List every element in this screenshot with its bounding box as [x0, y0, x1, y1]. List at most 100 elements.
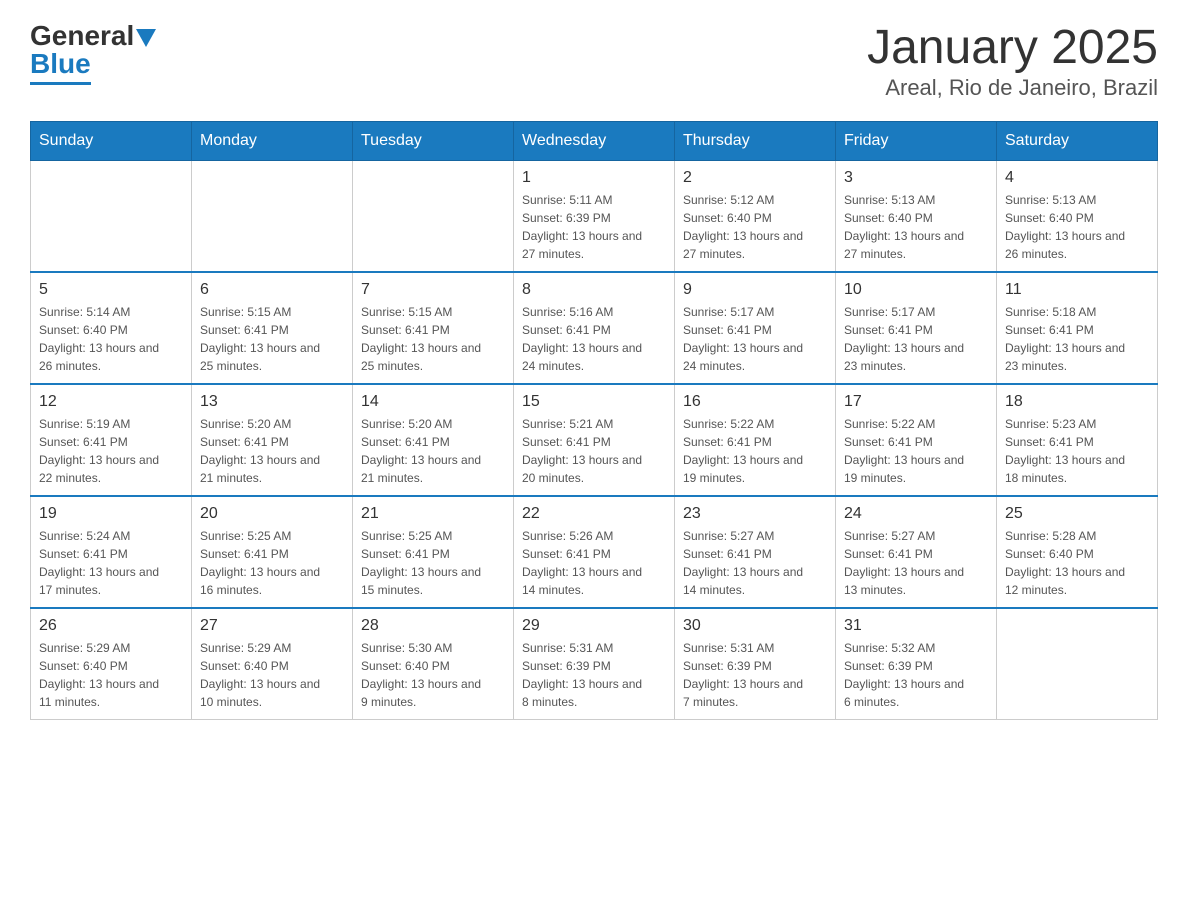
table-row: 19Sunrise: 5:24 AMSunset: 6:41 PMDayligh…: [31, 496, 192, 608]
sunset-text: Sunset: 6:41 PM: [200, 433, 344, 451]
sunset-text: Sunset: 6:41 PM: [361, 321, 505, 339]
sunrise-text: Sunrise: 5:31 AM: [522, 639, 666, 657]
daylight-text-1: Daylight: 13 hours and: [39, 451, 183, 469]
day-info: Sunrise: 5:20 AMSunset: 6:41 PMDaylight:…: [361, 415, 505, 487]
day-number: 13: [200, 393, 344, 411]
daylight-text-1: Daylight: 13 hours and: [683, 675, 827, 693]
calendar-week-row: 12Sunrise: 5:19 AMSunset: 6:41 PMDayligh…: [31, 384, 1158, 496]
table-row: 17Sunrise: 5:22 AMSunset: 6:41 PMDayligh…: [836, 384, 997, 496]
title-section: January 2025 Areal, Rio de Janeiro, Braz…: [867, 20, 1158, 101]
table-row: 1Sunrise: 5:11 AMSunset: 6:39 PMDaylight…: [514, 161, 675, 273]
day-info: Sunrise: 5:19 AMSunset: 6:41 PMDaylight:…: [39, 415, 183, 487]
day-info: Sunrise: 5:13 AMSunset: 6:40 PMDaylight:…: [1005, 191, 1149, 263]
sunrise-text: Sunrise: 5:21 AM: [522, 415, 666, 433]
day-number: 10: [844, 281, 988, 299]
day-info: Sunrise: 5:27 AMSunset: 6:41 PMDaylight:…: [683, 527, 827, 599]
sunset-text: Sunset: 6:40 PM: [361, 657, 505, 675]
daylight-text-2: 27 minutes.: [844, 245, 988, 263]
daylight-text-2: 7 minutes.: [683, 693, 827, 711]
sunset-text: Sunset: 6:41 PM: [39, 433, 183, 451]
day-number: 7: [361, 281, 505, 299]
sunrise-text: Sunrise: 5:15 AM: [200, 303, 344, 321]
calendar-table: Sunday Monday Tuesday Wednesday Thursday…: [30, 121, 1158, 720]
calendar-title: January 2025: [867, 20, 1158, 75]
sunrise-text: Sunrise: 5:29 AM: [200, 639, 344, 657]
sunrise-text: Sunrise: 5:22 AM: [844, 415, 988, 433]
table-row: 11Sunrise: 5:18 AMSunset: 6:41 PMDayligh…: [997, 272, 1158, 384]
daylight-text-2: 15 minutes.: [361, 581, 505, 599]
sunset-text: Sunset: 6:40 PM: [1005, 545, 1149, 563]
daylight-text-2: 22 minutes.: [39, 469, 183, 487]
daylight-text-1: Daylight: 13 hours and: [683, 227, 827, 245]
daylight-text-2: 17 minutes.: [39, 581, 183, 599]
sunset-text: Sunset: 6:41 PM: [844, 321, 988, 339]
table-row: 30Sunrise: 5:31 AMSunset: 6:39 PMDayligh…: [675, 608, 836, 720]
day-number: 31: [844, 617, 988, 635]
daylight-text-1: Daylight: 13 hours and: [200, 563, 344, 581]
sunrise-text: Sunrise: 5:32 AM: [844, 639, 988, 657]
daylight-text-1: Daylight: 13 hours and: [844, 339, 988, 357]
sunrise-text: Sunrise: 5:27 AM: [683, 527, 827, 545]
sunset-text: Sunset: 6:40 PM: [200, 657, 344, 675]
day-number: 6: [200, 281, 344, 299]
daylight-text-1: Daylight: 13 hours and: [1005, 227, 1149, 245]
sunrise-text: Sunrise: 5:22 AM: [683, 415, 827, 433]
table-row: 22Sunrise: 5:26 AMSunset: 6:41 PMDayligh…: [514, 496, 675, 608]
day-number: 21: [361, 505, 505, 523]
daylight-text-2: 23 minutes.: [844, 357, 988, 375]
daylight-text-1: Daylight: 13 hours and: [1005, 339, 1149, 357]
calendar-week-row: 26Sunrise: 5:29 AMSunset: 6:40 PMDayligh…: [31, 608, 1158, 720]
sunrise-text: Sunrise: 5:20 AM: [200, 415, 344, 433]
logo: General Blue: [30, 20, 156, 85]
daylight-text-2: 16 minutes.: [200, 581, 344, 599]
table-row: 31Sunrise: 5:32 AMSunset: 6:39 PMDayligh…: [836, 608, 997, 720]
daylight-text-2: 18 minutes.: [1005, 469, 1149, 487]
sunset-text: Sunset: 6:40 PM: [39, 657, 183, 675]
table-row: 4Sunrise: 5:13 AMSunset: 6:40 PMDaylight…: [997, 161, 1158, 273]
table-row: 16Sunrise: 5:22 AMSunset: 6:41 PMDayligh…: [675, 384, 836, 496]
sunset-text: Sunset: 6:41 PM: [522, 545, 666, 563]
sunset-text: Sunset: 6:41 PM: [1005, 321, 1149, 339]
day-number: 23: [683, 505, 827, 523]
day-number: 29: [522, 617, 666, 635]
day-info: Sunrise: 5:21 AMSunset: 6:41 PMDaylight:…: [522, 415, 666, 487]
sunrise-text: Sunrise: 5:27 AM: [844, 527, 988, 545]
sunrise-text: Sunrise: 5:16 AM: [522, 303, 666, 321]
sunrise-text: Sunrise: 5:31 AM: [683, 639, 827, 657]
daylight-text-2: 14 minutes.: [683, 581, 827, 599]
day-number: 14: [361, 393, 505, 411]
sunset-text: Sunset: 6:41 PM: [683, 545, 827, 563]
daylight-text-1: Daylight: 13 hours and: [200, 451, 344, 469]
table-row: 3Sunrise: 5:13 AMSunset: 6:40 PMDaylight…: [836, 161, 997, 273]
daylight-text-2: 10 minutes.: [200, 693, 344, 711]
day-number: 25: [1005, 505, 1149, 523]
sunrise-text: Sunrise: 5:29 AM: [39, 639, 183, 657]
day-info: Sunrise: 5:14 AMSunset: 6:40 PMDaylight:…: [39, 303, 183, 375]
table-row: 5 Sunrise: 5:14 AMSunset: 6:40 PMDaylight…: [31, 272, 192, 384]
daylight-text-1: Daylight: 13 hours and: [361, 451, 505, 469]
sunrise-text: Sunrise: 5:17 AM: [844, 303, 988, 321]
daylight-text-2: 6 minutes.: [844, 693, 988, 711]
daylight-text-2: 26 minutes.: [39, 357, 183, 375]
table-row: 13 Sunrise: 5:20 AMSunset: 6:41 PMDayligh…: [192, 384, 353, 496]
table-row: [31, 161, 192, 273]
sunset-text: Sunset: 6:41 PM: [522, 321, 666, 339]
table-row: [997, 608, 1158, 720]
day-number: 16: [683, 393, 827, 411]
sunrise-text: Sunrise: 5:17 AM: [683, 303, 827, 321]
day-number: 5: [39, 281, 183, 299]
day-number: 27: [200, 617, 344, 635]
daylight-text-1: Daylight: 13 hours and: [844, 227, 988, 245]
sunset-text: Sunset: 6:40 PM: [39, 321, 183, 339]
table-row: 12Sunrise: 5:19 AMSunset: 6:41 PMDayligh…: [31, 384, 192, 496]
daylight-text-2: 12 minutes.: [1005, 581, 1149, 599]
day-info: Sunrise: 5:13 AMSunset: 6:40 PMDaylight:…: [844, 191, 988, 263]
page-header: General Blue January 2025 Areal, Rio de …: [30, 20, 1158, 101]
daylight-text-1: Daylight: 13 hours and: [39, 675, 183, 693]
daylight-text-1: Daylight: 13 hours and: [683, 339, 827, 357]
day-number: 28: [361, 617, 505, 635]
daylight-text-1: Daylight: 13 hours and: [39, 563, 183, 581]
daylight-text-2: 23 minutes.: [1005, 357, 1149, 375]
calendar-subtitle: Areal, Rio de Janeiro, Brazil: [867, 75, 1158, 101]
daylight-text-2: 14 minutes.: [522, 581, 666, 599]
